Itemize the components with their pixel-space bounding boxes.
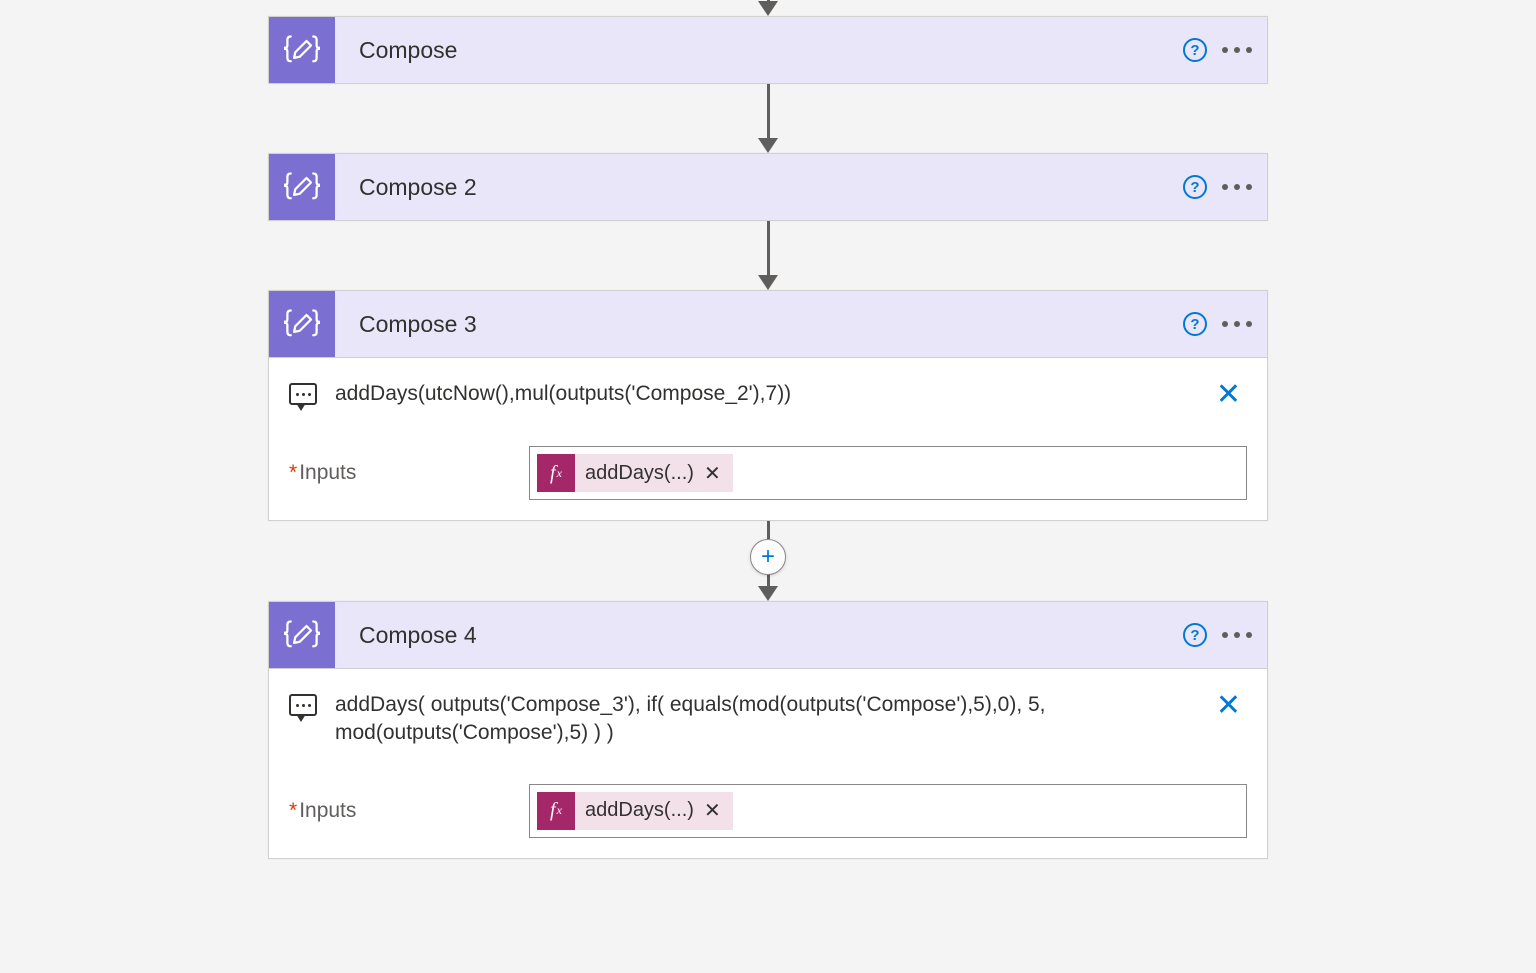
expression-token[interactable]: fx addDays(...) ✕: [537, 792, 733, 830]
help-button[interactable]: ?: [1171, 163, 1219, 211]
inputs-field[interactable]: fx addDays(...) ✕: [529, 784, 1247, 838]
inputs-label-text: Inputs: [299, 461, 356, 484]
connector[interactable]: [758, 84, 778, 153]
inputs-label: *Inputs: [289, 461, 529, 485]
help-icon: ?: [1183, 312, 1207, 336]
ellipsis-icon: [1222, 632, 1264, 638]
action-body: addDays( outputs('Compose_3'), if( equal…: [269, 668, 1267, 858]
add-step-button[interactable]: +: [750, 539, 786, 575]
flow-canvas: Compose ? Compose 2 ?: [0, 0, 1536, 973]
close-peek-button[interactable]: ✕: [1210, 380, 1247, 410]
action-header[interactable]: Compose 3 ?: [269, 291, 1267, 357]
peek-text: addDays( outputs('Compose_3'), if( equal…: [335, 691, 1192, 748]
action-header[interactable]: Compose 4 ?: [269, 602, 1267, 668]
peek-row: addDays( outputs('Compose_3'), if( equal…: [289, 691, 1247, 748]
action-title: Compose 2: [335, 174, 1171, 201]
compose-icon: [269, 17, 335, 83]
action-card-compose-2: Compose 2 ?: [268, 153, 1268, 221]
action-card-compose-4: Compose 4 ? addDays( outputs('Compose_3'…: [268, 601, 1268, 859]
connector[interactable]: [758, 221, 778, 290]
help-icon: ?: [1183, 38, 1207, 62]
required-star: *: [289, 799, 297, 822]
close-peek-button[interactable]: ✕: [1210, 691, 1247, 721]
help-icon: ?: [1183, 175, 1207, 199]
inputs-label-text: Inputs: [299, 799, 356, 822]
inputs-field[interactable]: fx addDays(...) ✕: [529, 446, 1247, 500]
compose-icon: [269, 291, 335, 357]
comment-icon: [289, 694, 317, 716]
peek-text: addDays(utcNow(),mul(outputs('Compose_2'…: [335, 380, 1192, 408]
braces-edit-icon: [284, 169, 320, 205]
action-header[interactable]: Compose 2 ?: [269, 154, 1267, 220]
token-remove-button[interactable]: ✕: [704, 798, 721, 823]
inputs-row: *Inputs fx addDays(...) ✕: [289, 446, 1247, 500]
action-title: Compose: [335, 37, 1171, 64]
connector-with-add: +: [750, 521, 786, 601]
action-title: Compose 3: [335, 311, 1171, 338]
compose-icon: [269, 154, 335, 220]
comment-icon: [289, 383, 317, 405]
expression-token[interactable]: fx addDays(...) ✕: [537, 454, 733, 492]
ellipsis-icon: [1222, 184, 1264, 190]
help-button[interactable]: ?: [1171, 26, 1219, 74]
help-button[interactable]: ?: [1171, 300, 1219, 348]
required-star: *: [289, 461, 297, 484]
action-title: Compose 4: [335, 622, 1171, 649]
peek-row: addDays(utcNow(),mul(outputs('Compose_2'…: [289, 380, 1247, 410]
divider: [269, 357, 1267, 358]
fx-icon: fx: [537, 454, 575, 492]
braces-edit-icon: [284, 32, 320, 68]
braces-edit-icon: [284, 306, 320, 342]
token-remove-button[interactable]: ✕: [704, 461, 721, 486]
ellipsis-icon: [1222, 47, 1264, 53]
connector-top: [758, 0, 778, 16]
token-label: addDays(...): [575, 462, 704, 485]
inputs-row: *Inputs fx addDays(...) ✕: [289, 784, 1247, 838]
action-card-compose: Compose ?: [268, 16, 1268, 84]
help-button[interactable]: ?: [1171, 611, 1219, 659]
compose-icon: [269, 602, 335, 668]
action-menu-button[interactable]: [1219, 163, 1267, 211]
action-menu-button[interactable]: [1219, 300, 1267, 348]
ellipsis-icon: [1222, 321, 1264, 327]
braces-edit-icon: [284, 617, 320, 653]
help-icon: ?: [1183, 623, 1207, 647]
action-body: addDays(utcNow(),mul(outputs('Compose_2'…: [269, 357, 1267, 520]
token-label: addDays(...): [575, 799, 704, 822]
action-menu-button[interactable]: [1219, 611, 1267, 659]
inputs-label: *Inputs: [289, 799, 529, 823]
action-card-compose-3: Compose 3 ? addDays(utcNow(),mul(outputs…: [268, 290, 1268, 521]
action-header[interactable]: Compose ?: [269, 17, 1267, 83]
fx-icon: fx: [537, 792, 575, 830]
divider: [269, 668, 1267, 669]
action-menu-button[interactable]: [1219, 26, 1267, 74]
